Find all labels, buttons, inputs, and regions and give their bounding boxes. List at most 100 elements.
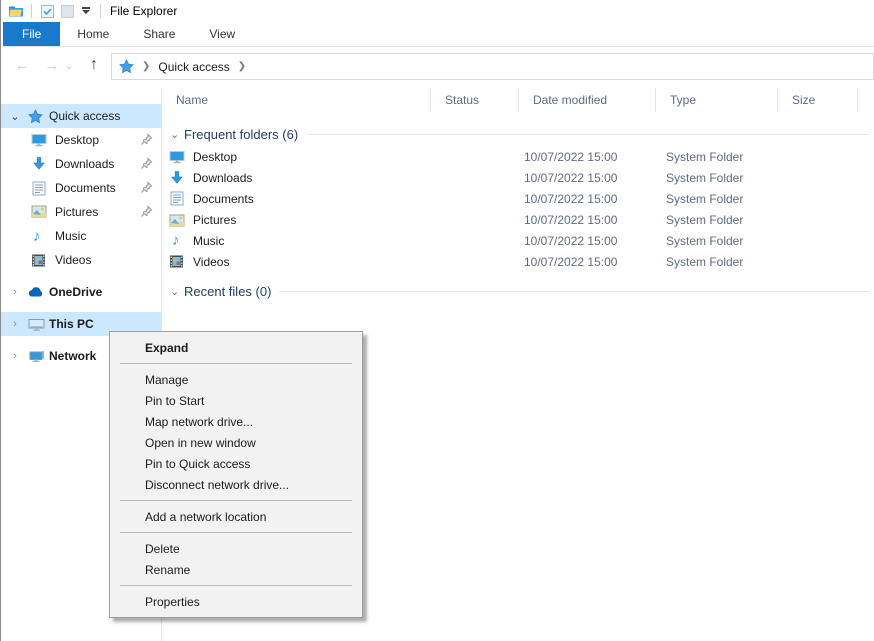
title-bar: File Explorer — [1, 0, 874, 22]
tab-file[interactable]: File — [3, 22, 60, 46]
breadcrumb-chevron-icon[interactable]: ❯ — [230, 61, 254, 72]
network-icon — [28, 349, 45, 363]
sidebar-item-onedrive[interactable]: › OneDrive — [1, 280, 161, 304]
file-row-desktop[interactable]: Desktop 10/07/2022 15:00 System Folder — [162, 147, 874, 168]
file-explorer-window: File Explorer File Home Share View ← → ⌄… — [0, 0, 874, 641]
address-bar[interactable]: ❯ Quick access ❯ — [111, 53, 874, 80]
onedrive-cloud-icon — [28, 286, 45, 298]
up-button[interactable]: ↑ — [81, 52, 107, 78]
documents-icon — [170, 191, 184, 206]
group-divider-line — [306, 134, 870, 135]
group-divider-line — [279, 291, 870, 292]
divider — [31, 4, 32, 18]
this-pc-icon — [28, 317, 45, 332]
menu-separator — [120, 500, 352, 501]
tab-share[interactable]: Share — [126, 22, 192, 46]
group-header-recent-files[interactable]: ⌄ Recent files (0) — [170, 281, 870, 301]
file-row-music[interactable]: ♪ Music 10/07/2022 15:00 System Folder — [162, 231, 874, 252]
chevron-down-icon[interactable]: ⌄ — [170, 128, 184, 141]
downloads-icon — [31, 156, 47, 172]
column-header-size[interactable]: Size — [778, 88, 858, 112]
menu-item-manage[interactable]: Manage — [110, 369, 362, 390]
pictures-icon — [31, 205, 47, 219]
menu-item-pin-to-start[interactable]: Pin to Start — [110, 390, 362, 411]
file-row-videos[interactable]: Videos 10/07/2022 15:00 System Folder — [162, 252, 874, 273]
ribbon-tabs: File Home Share View — [1, 22, 874, 47]
menu-item-rename[interactable]: Rename — [110, 559, 362, 580]
sidebar-item-videos[interactable]: Videos — [1, 248, 161, 272]
column-header-name[interactable]: Name — [162, 88, 431, 112]
sidebar-item-quick-access[interactable]: ⌄ Quick access — [1, 104, 161, 128]
chevron-right-icon[interactable]: › — [8, 318, 22, 330]
window-title: File Explorer — [110, 4, 177, 18]
file-row-pictures[interactable]: Pictures 10/07/2022 15:00 System Folder — [162, 210, 874, 231]
dropdown-bar — [82, 7, 90, 9]
sidebar-item-label: Desktop — [55, 133, 99, 147]
menu-item-open-in-new-window[interactable]: Open in new window — [110, 432, 362, 453]
videos-icon — [31, 253, 46, 268]
sidebar-item-label: Network — [49, 349, 96, 363]
customize-quick-access-toolbar-dropdown[interactable] — [77, 2, 95, 20]
sidebar-item-label: Videos — [55, 253, 91, 267]
desktop-icon — [169, 149, 185, 165]
pin-icon — [140, 205, 153, 218]
group-header-frequent-folders[interactable]: ⌄ Frequent folders (6) — [170, 124, 870, 144]
documents-icon — [32, 181, 46, 196]
tab-home[interactable]: Home — [60, 22, 126, 46]
column-header-status[interactable]: Status — [431, 88, 519, 112]
quick-access-star-icon — [28, 109, 43, 124]
navigation-bar: ← → ⌄ ↑ ❯ Quick access ❯ — [1, 48, 874, 88]
chevron-down-icon[interactable]: ⌄ — [8, 110, 22, 123]
sidebar-item-label: Documents — [55, 181, 116, 195]
videos-icon — [169, 254, 184, 269]
menu-item-map-network-drive[interactable]: Map network drive... — [110, 411, 362, 432]
sidebar-item-label: This PC — [49, 317, 94, 331]
sidebar-item-label: Pictures — [55, 205, 98, 219]
sidebar-item-label: Downloads — [55, 157, 114, 171]
desktop-icon — [31, 132, 47, 148]
menu-item-disconnect-network-drive[interactable]: Disconnect network drive... — [110, 474, 362, 495]
file-row-documents[interactable]: Documents 10/07/2022 15:00 System Folder — [162, 189, 874, 210]
sidebar-item-documents[interactable]: Documents — [1, 176, 161, 200]
music-note-icon: ♪ — [172, 233, 180, 248]
menu-item-add-a-network-location[interactable]: Add a network location — [110, 506, 362, 527]
file-row-downloads[interactable]: Downloads 10/07/2022 15:00 System Folder — [162, 168, 874, 189]
menu-separator — [120, 363, 352, 364]
divider — [100, 4, 101, 18]
properties-qat-button[interactable] — [37, 2, 57, 20]
menu-item-expand[interactable]: Expand — [110, 337, 362, 358]
column-header-date-modified[interactable]: Date modified — [519, 88, 656, 112]
back-button[interactable]: ← — [9, 52, 35, 78]
music-note-icon: ♪ — [33, 229, 41, 244]
sidebar-item-downloads[interactable]: Downloads — [1, 152, 161, 176]
menu-separator — [120, 532, 352, 533]
pin-icon — [140, 133, 153, 146]
recent-locations-dropdown[interactable]: ⌄ — [61, 52, 77, 78]
breadcrumb-chevron-icon: ❯ — [134, 61, 158, 72]
pin-icon — [140, 157, 153, 170]
sidebar-item-label: Music — [55, 229, 86, 243]
column-headers: Name Status Date modified Type Size — [162, 88, 874, 112]
menu-separator — [120, 585, 352, 586]
tab-view[interactable]: View — [192, 22, 252, 46]
sidebar-item-label: OneDrive — [49, 285, 102, 299]
breadcrumb-location[interactable]: Quick access — [158, 60, 229, 74]
column-header-type[interactable]: Type — [656, 88, 778, 112]
sidebar-item-desktop[interactable]: Desktop — [1, 128, 161, 152]
pictures-icon — [169, 214, 185, 228]
downloads-icon — [169, 170, 185, 186]
pin-icon — [140, 181, 153, 194]
sidebar-item-label: Quick access — [49, 109, 120, 123]
chevron-down-icon[interactable]: ⌄ — [170, 285, 184, 298]
sidebar-item-pictures[interactable]: Pictures — [1, 200, 161, 224]
chevron-right-icon[interactable]: › — [8, 286, 22, 298]
sidebar-item-music[interactable]: ♪ Music — [1, 224, 161, 248]
this-pc-context-menu: Expand Manage Pin to Start Map network d… — [109, 331, 363, 618]
chevron-right-icon[interactable]: › — [8, 350, 22, 362]
explorer-folder-icon — [6, 2, 26, 20]
menu-item-pin-to-quick-access[interactable]: Pin to Quick access — [110, 453, 362, 474]
menu-item-delete[interactable]: Delete — [110, 538, 362, 559]
new-folder-qat-button-disabled — [57, 2, 77, 20]
quick-access-star-icon — [119, 59, 134, 74]
menu-item-properties[interactable]: Properties — [110, 591, 362, 612]
